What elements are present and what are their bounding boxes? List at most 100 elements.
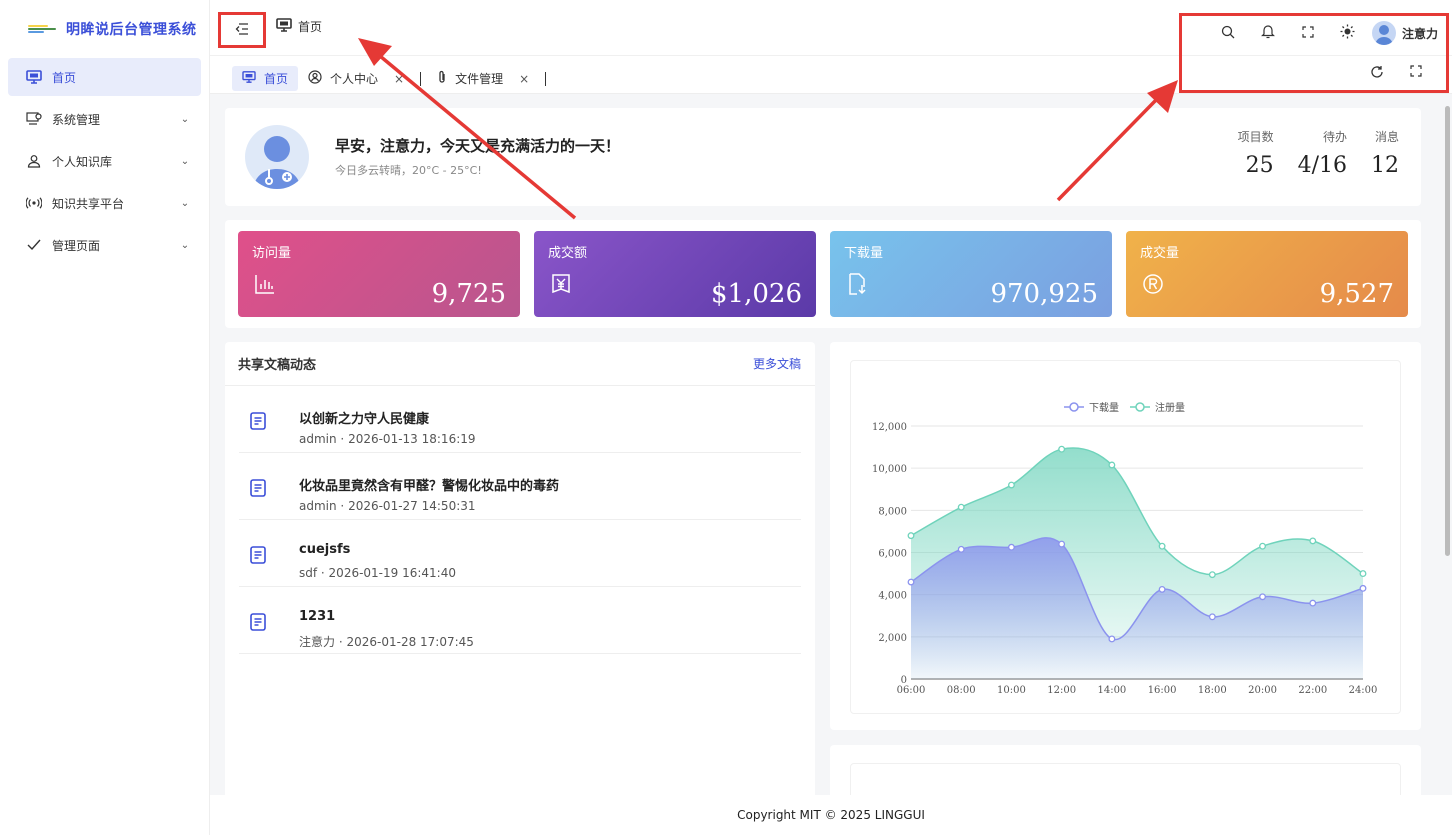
more-docs-link[interactable]: 更多文稿	[753, 355, 801, 372]
legend-item: 下载量	[1064, 402, 1119, 414]
stat-todo: 待办 4/16	[1298, 128, 1347, 178]
stat-label: 待办	[1322, 130, 1347, 144]
doc-title: 化妆品里竟然含有甲醛？警惕化妆品中的毒药	[299, 479, 560, 494]
sidebar-item-label: 知识共享平台	[52, 196, 125, 211]
x-tick-label: 16:00	[1148, 685, 1177, 696]
data-point	[1058, 445, 1066, 453]
metric-card-visits[interactable]: 访问量 9,725	[238, 231, 520, 317]
doc-time: 2026-01-28 17:07:45	[346, 635, 474, 649]
doc-time: 2026-01-27 14:50:31	[348, 499, 476, 513]
list-item[interactable]: 化妆品里竟然含有甲醛？警惕化妆品中的毒药 admin · 2026-01-27 1…	[239, 453, 801, 520]
bar-chart-icon	[254, 273, 276, 295]
metric-title: 访问量	[252, 246, 292, 261]
sidebar-item-label: 管理页面	[52, 238, 101, 253]
header-tools: 注意力	[1208, 20, 1446, 46]
fullscreen-icon	[1302, 25, 1314, 41]
y-tick-label: 8,000	[878, 506, 907, 517]
doc-meta: 注意力 · 2026-01-28 17:07:45	[299, 635, 474, 649]
tab-label: 文件管理	[455, 72, 504, 86]
tab-profile[interactable]: 个人中心 ×	[298, 66, 414, 91]
search-button[interactable]	[1208, 20, 1248, 46]
refresh-icon[interactable]	[1370, 65, 1384, 82]
doc-title: cuejsfs	[299, 542, 351, 557]
document-icon	[250, 479, 266, 497]
collapse-sidebar-button[interactable]	[218, 12, 266, 48]
welcome-card: 早安，注意力，今天又是充满活力的一天！ 今日多云转晴，20°C - 25°C! …	[225, 108, 1421, 206]
bell-icon	[1261, 24, 1275, 42]
doc-time: 2026-01-19 16:41:40	[328, 566, 456, 580]
list-item[interactable]: 以创新之力守人民健康 admin · 2026-01-13 18:16:19	[239, 386, 801, 453]
doc-title: 1231	[299, 609, 336, 624]
sidebar-item-knowledge[interactable]: 个人知识库 ⌄	[8, 142, 201, 180]
chevron-down-icon: ⌄	[180, 197, 190, 209]
metric-card-downloads[interactable]: 下载量 970,925	[830, 231, 1112, 317]
data-point	[1158, 542, 1166, 550]
document-icon	[250, 412, 266, 430]
doc-author: sdf	[299, 566, 318, 580]
chevron-down-icon: ⌄	[180, 239, 190, 251]
data-point	[957, 503, 965, 511]
data-point	[957, 545, 965, 553]
sidebar-item-system[interactable]: 系统管理 ⌄	[8, 100, 201, 138]
sidebar-item-sharing[interactable]: 知识共享平台 ⌄	[8, 184, 201, 222]
x-tick-label: 06:00	[897, 685, 926, 696]
notification-button[interactable]	[1248, 20, 1288, 46]
data-point	[1058, 540, 1066, 548]
tab-home[interactable]: 首页	[232, 66, 299, 91]
doc-author: admin	[299, 432, 337, 446]
theme-toggle-button[interactable]	[1328, 20, 1368, 46]
doc-author: 注意力	[299, 635, 336, 649]
username: 注意力	[1401, 26, 1438, 41]
fullscreen-icon[interactable]	[1410, 65, 1422, 82]
tab-files[interactable]: 文件管理 ×	[427, 66, 539, 91]
app-logo[interactable]: 明眸说后台管理系统	[0, 0, 209, 58]
download-file-icon	[846, 273, 868, 295]
sidebar-item-admin-pages[interactable]: 管理页面 ⌄	[8, 226, 201, 264]
metric-title: 成交量	[1140, 246, 1180, 261]
doc-author: admin	[299, 499, 337, 513]
list-item[interactable]: cuejsfs sdf · 2026-01-19 16:41:40	[239, 520, 801, 587]
user-menu[interactable]: 注意力	[1368, 21, 1446, 45]
data-point	[907, 532, 915, 540]
data-point	[907, 578, 915, 586]
app-title: 明眸说后台管理系统	[66, 22, 197, 38]
breadcrumb-home[interactable]: 首页	[298, 18, 322, 35]
sidebar-item-home[interactable]: 首页	[8, 58, 201, 96]
legend-label: 注册量	[1155, 401, 1185, 414]
scrollbar[interactable]	[1442, 96, 1450, 796]
metric-value: $1,026	[711, 279, 802, 309]
chevron-down-icon: ⌄	[180, 113, 190, 125]
list-item[interactable]: 1231 注意力 · 2026-01-28 17:07:45	[239, 587, 801, 654]
data-point	[1158, 585, 1166, 593]
metric-title: 成交额	[548, 246, 588, 261]
breadcrumb: 首页	[276, 18, 322, 35]
data-point	[1259, 542, 1267, 550]
fullscreen-button[interactable]	[1288, 20, 1328, 46]
chevron-down-icon: ⌄	[180, 155, 190, 167]
card-title: 共享文稿动态	[238, 358, 317, 373]
shared-docs-card: 共享文稿动态 更多文稿 以创新之力守人民健康 admin · 2026-01-13…	[225, 342, 815, 802]
chart-card: 0 2,000 4,000 6,000 8,000 10,000 12,000 06:00 08…	[830, 342, 1421, 730]
avatar	[1371, 21, 1396, 45]
metric-cards: 访问量 9,725 成交额 $1,026 下载量 970,925 成交量 9,5…	[225, 220, 1421, 328]
doc-time: 2026-01-13 18:16:19	[348, 432, 476, 446]
greeting-text: 早安，注意力，今天又是充满活力的一天！	[335, 137, 621, 155]
legend-marker	[1135, 402, 1145, 412]
sidebar-item-label: 系统管理	[52, 112, 101, 127]
x-tick-label: 14:00	[1097, 685, 1126, 696]
legend-item: 注册量	[1130, 401, 1185, 414]
scrollbar-thumb[interactable]	[1445, 106, 1450, 556]
metric-card-deals[interactable]: 成交量 9,527	[1126, 231, 1408, 317]
tabs: 首页 个人中心 × 文件管理 ×	[232, 66, 552, 91]
close-icon[interactable]: ×	[519, 72, 529, 86]
x-tick-label: 08:00	[947, 685, 976, 696]
x-tick-label: 24:00	[1349, 685, 1378, 696]
yen-icon	[550, 273, 572, 295]
close-icon[interactable]: ×	[394, 72, 404, 86]
monitor-icon	[24, 70, 44, 84]
y-tick-label: 4,000	[878, 591, 907, 602]
metric-card-revenue[interactable]: 成交额 $1,026	[534, 231, 816, 317]
top-header: 首页 注意力	[210, 0, 1452, 93]
x-tick-label: 18:00	[1198, 685, 1227, 696]
stat-projects: 项目数 25	[1238, 128, 1274, 178]
